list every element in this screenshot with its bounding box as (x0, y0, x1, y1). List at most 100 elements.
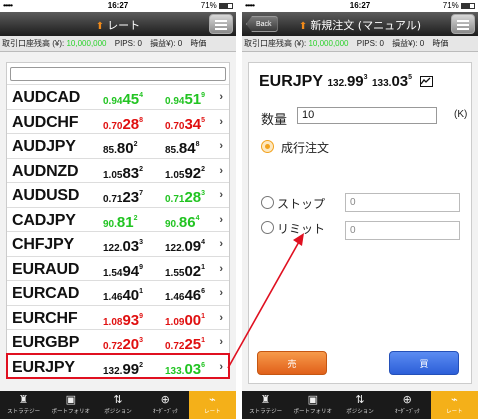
market-order-label: 成行注文 (281, 141, 330, 155)
rate-bid: 0.94454 (103, 91, 144, 108)
order-panel: EURJPY 132.993 133.035 数量 10 (K) 成行注文 スト… (248, 62, 472, 384)
rate-row[interactable]: EURAUD 1.54949 1.55021 › (7, 255, 229, 281)
tab-0[interactable]: ♜ ストラテジー (0, 391, 47, 419)
tab-label: レート (446, 409, 463, 415)
stop-price-field[interactable]: 0 (345, 193, 460, 212)
tab-icon: ⌁ (209, 394, 216, 406)
chevron-right-icon: › (219, 238, 223, 250)
rate-ask: 1.46466 (165, 287, 206, 304)
tab-3[interactable]: ⊕ ｵｰﾀﾞｰﾌﾞｯｸ (384, 391, 431, 419)
pips-label: PIPS: (356, 39, 378, 48)
tab-label: ストラテジー (7, 409, 41, 415)
rate-bid: 132.992 (103, 360, 144, 378)
rate-list: AUDCAD 0.94454 0.94519 › AUDCHF 0.70288 0.7034… (6, 62, 230, 379)
rate-bid: 1.54949 (103, 262, 144, 280)
tab-label: ストラテジー (249, 409, 283, 415)
stop-order-radio[interactable] (261, 196, 274, 209)
app-logo-icon: ⬆ (298, 21, 308, 32)
tab-icon: ♜ (260, 394, 271, 406)
sell-button[interactable]: 売 (257, 351, 327, 375)
rate-row[interactable]: EURCHF 1.08939 1.09001 › (7, 304, 229, 330)
rate-row[interactable]: AUDCHF 0.70288 0.70345 › (7, 108, 229, 134)
search-input[interactable] (10, 67, 226, 81)
rate-pair: AUDCAD (12, 89, 81, 106)
tab-label: ポジション (104, 409, 132, 415)
tab-label: ポートフォリオ (293, 409, 333, 415)
tab-bar: ♜ ストラテジー ▣ ポートフォリオ ⇅ ポジション ⊕ ｵｰﾀﾞｰﾌﾞｯｸ ⌁ レート (0, 391, 236, 419)
rate-ask: 85.848 (165, 140, 200, 157)
rate-row[interactable]: AUDCAD 0.94454 0.94519 › (7, 84, 229, 109)
chevron-right-icon: › (219, 213, 223, 226)
chevron-right-icon: › (219, 287, 223, 299)
rate-row[interactable]: AUDNZD 1.05832 1.05922 › (7, 157, 229, 183)
market-order-radio[interactable] (261, 140, 274, 153)
rate-row[interactable]: CHFJPY 122.033 122.094 › (7, 231, 229, 256)
battery-icon (461, 2, 475, 9)
rate-ask: 122.094 (165, 238, 206, 255)
tab-icon: ⊕ (160, 394, 170, 406)
tab-icon: ♜ (18, 394, 29, 406)
battery-indicator: 71% (201, 1, 233, 10)
rate-ask: 0.70345 (165, 115, 206, 133)
tab-4[interactable]: ⌁ レート (430, 391, 478, 419)
rate-bid: 1.08939 (103, 311, 144, 329)
tab-bar: ♜ ストラテジー ▣ ポートフォリオ ⇅ ポジション ⊕ ｵｰﾀﾞｰﾌﾞｯｸ ⌁ レート (242, 391, 478, 419)
tab-2[interactable]: ⇅ ポジション (94, 391, 141, 419)
pnl-label: 損益¥): (392, 39, 418, 48)
tab-label: レート (204, 409, 221, 415)
tab-icon: ⌁ (451, 394, 458, 406)
rate-ask: 133.036 (165, 360, 206, 378)
pnl-value: 0 (419, 39, 425, 48)
tab-icon: ▣ (65, 394, 76, 406)
limit-price-field[interactable]: 0 (345, 221, 460, 240)
rate-ask: 1.05922 (165, 164, 206, 182)
rate-pair: EURCAD (12, 285, 80, 302)
order-quote-header: EURJPY 132.993 133.035 (259, 73, 433, 91)
rate-bid: 0.70288 (103, 115, 144, 133)
order-screen: ••••• 16:27 71% Back ⬆ 新規注文 (マニュアル) 取引口座残… (242, 0, 478, 419)
tab-2[interactable]: ⇅ ポジション (336, 391, 383, 419)
stop-order-label: ストップ (277, 197, 326, 211)
rate-ask: 0.94519 (165, 91, 206, 108)
rate-row[interactable]: EURCAD 1.46401 1.46466 › (7, 280, 229, 305)
order-bid: 132.993 (327, 73, 368, 90)
rate-row[interactable]: AUDJPY 85.802 85.848 › (7, 133, 229, 158)
rate-row[interactable]: EURGBP 0.72203 0.72251 › (7, 329, 229, 354)
status-bar: ••••• 16:27 71% (242, 0, 478, 12)
page-title: ⬆ レート (0, 17, 236, 33)
chevron-right-icon: › (219, 189, 223, 201)
rate-bid: 90.812 (103, 213, 138, 231)
menu-button[interactable] (209, 14, 233, 34)
rate-row[interactable]: CADJPY 90.812 90.864 › (7, 206, 229, 232)
rates-screen: ••••• 16:27 71% ⬆ レート 取引口座残高 (¥): 10,000,… (0, 0, 236, 419)
rate-pair: AUDCHF (12, 113, 79, 131)
nav-bar: Back ⬆ 新規注文 (マニュアル) (242, 12, 478, 36)
tab-3[interactable]: ⊕ ｵｰﾀﾞｰﾌﾞｯｸ (142, 391, 189, 419)
tab-1[interactable]: ▣ ポートフォリオ (289, 391, 336, 419)
chevron-right-icon: › (219, 164, 223, 177)
rate-bid: 1.46401 (103, 287, 144, 304)
tab-1[interactable]: ▣ ポートフォリオ (47, 391, 94, 419)
buy-button[interactable]: 買 (389, 351, 459, 375)
status-bar: ••••• 16:27 71% (0, 0, 236, 12)
account-ticker: 取引口座残高 (¥): 10,000,000 PIPS: 0 損益¥): 0 時… (242, 36, 478, 52)
rate-pair: EURAUD (12, 260, 80, 278)
chart-icon[interactable] (419, 76, 433, 87)
chevron-right-icon: › (219, 262, 223, 275)
rate-row[interactable]: EURJPY 132.992 133.036 › (6, 352, 230, 379)
tab-4[interactable]: ⌁ レート (188, 391, 236, 419)
limit-order-radio[interactable] (261, 221, 274, 234)
tab-0[interactable]: ♜ ストラテジー (242, 391, 289, 419)
chevron-right-icon: › (219, 311, 223, 324)
rate-pair: AUDJPY (12, 138, 76, 155)
balance-label: 取引口座残高 (¥): (244, 39, 307, 48)
page-title: ⬆ 新規注文 (マニュアル) (242, 17, 478, 33)
menu-button[interactable] (451, 14, 475, 34)
chevron-right-icon: › (219, 140, 223, 152)
quantity-field[interactable]: 10 (297, 107, 437, 124)
pips-value: 0 (379, 39, 384, 48)
tab-label: ｵｰﾀﾞｰﾌﾞｯｸ (152, 409, 178, 415)
rate-row[interactable]: AUDUSD 0.71237 0.71283 › (7, 182, 229, 207)
limit-order-label: リミット (277, 222, 326, 236)
nav-bar: ⬆ レート (0, 12, 236, 36)
